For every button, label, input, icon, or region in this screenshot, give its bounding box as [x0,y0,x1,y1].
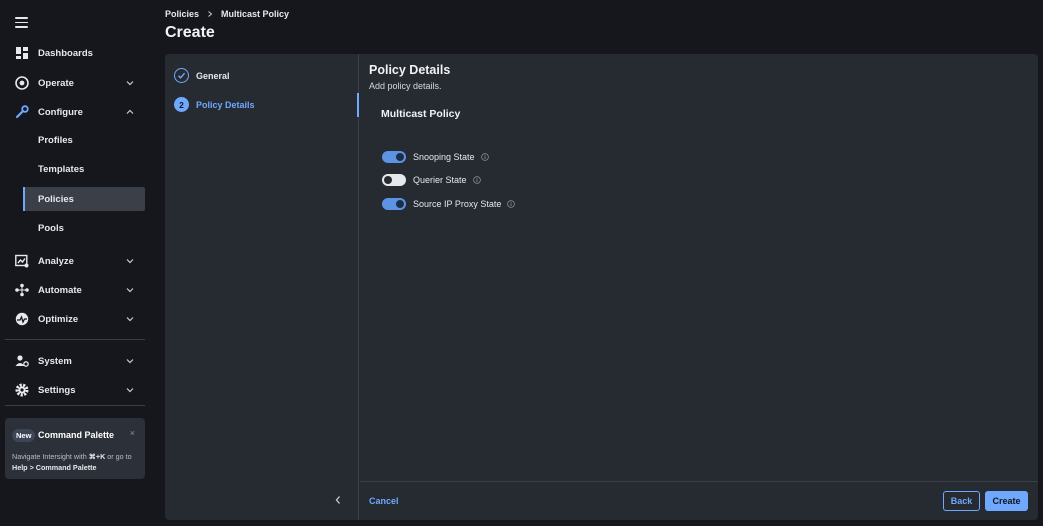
toggle-knob [384,176,392,184]
breadcrumb-policies-link[interactable]: Policies [165,9,199,19]
automate-icon [15,283,29,297]
cancel-button[interactable]: Cancel [369,496,399,506]
gear-icon [15,383,29,397]
create-button[interactable]: Create [985,491,1028,511]
command-palette-text: Navigate Intersight with ⌘+K or go to He… [12,451,142,473]
active-step-indicator [357,93,359,117]
sidebar-item-operate[interactable]: Operate [0,70,150,96]
back-button[interactable]: Back [943,491,980,511]
chevron-up-icon [126,109,134,114]
new-badge: New [12,429,36,442]
wizard-steps: General 2 Policy Details [165,54,359,520]
sidebar-item-label: System [38,355,72,367]
sidebar: Dashboards Operate Configure Profiles Te… [0,0,150,526]
step-general[interactable]: General [174,68,230,83]
sidebar-item-optimize[interactable]: Optimize [0,306,150,332]
sidebar-subitem-policies[interactable]: Policies [23,187,145,211]
sidebar-divider [5,339,145,340]
chevron-down-icon [126,288,134,293]
sidebar-item-settings[interactable]: Settings [0,377,150,403]
section-subtitle: Add policy details. [369,81,442,91]
toggle-label: Querier State [413,175,467,185]
dashboard-icon [15,46,29,60]
command-palette-card: New Command Palette × Navigate Intersigh… [5,418,145,479]
configure-icon [15,105,29,119]
checkmark-icon [174,68,189,83]
chevron-down-icon [126,388,134,393]
sidebar-item-label: Optimize [38,313,79,325]
wizard-footer: Cancel Back Create [360,481,1038,520]
breadcrumb: Policies Multicast Policy [165,9,289,19]
sidebar-subitem-pools[interactable]: Pools [23,216,145,240]
command-palette-path[interactable]: Help > Command Palette [12,463,96,472]
chevron-down-icon [126,359,134,364]
sidebar-item-label: Analyze [38,255,74,267]
info-icon[interactable] [507,200,516,208]
snooping-state-toggle[interactable] [382,151,406,163]
toggle-knob [396,153,404,161]
step-policy-details[interactable]: 2 Policy Details [174,97,255,112]
sidebar-subitem-templates[interactable]: Templates [23,157,145,181]
menu-icon[interactable] [15,17,28,28]
step-number: 2 [174,97,189,112]
command-palette-text-prefix: Navigate Intersight with [12,452,89,461]
optimize-icon [15,312,29,326]
chevron-right-icon [208,11,213,17]
policy-section-heading: Multicast Policy [381,108,461,120]
info-icon[interactable] [480,153,489,161]
source-ip-proxy-state-toggle[interactable] [382,198,406,210]
sidebar-item-system[interactable]: System [0,348,150,374]
chevron-down-icon [126,317,134,322]
step-label: Policy Details [196,99,255,110]
source-ip-proxy-state-row: Source IP Proxy State [382,198,516,210]
snooping-state-row: Snooping State [382,151,489,163]
sidebar-subitem-profiles[interactable]: Profiles [23,128,145,152]
sidebar-item-automate[interactable]: Automate [0,277,150,303]
chevron-down-icon [126,259,134,264]
chevron-left-icon[interactable] [333,495,343,505]
close-icon[interactable]: × [130,428,135,438]
toggle-label: Source IP Proxy State [413,199,502,209]
system-icon [15,354,29,368]
wizard-panel: General 2 Policy Details Policy Details … [165,54,1038,520]
sidebar-item-dashboards[interactable]: Dashboards [0,40,150,66]
querier-state-row: Querier State [382,174,481,186]
toggle-knob [396,200,404,208]
toggle-label: Snooping State [413,152,475,162]
info-icon[interactable] [472,176,481,184]
command-palette-title: Command Palette [38,430,115,440]
page-title: Create [165,24,215,41]
sidebar-item-label: Settings [38,384,76,396]
sidebar-divider [5,405,145,406]
sidebar-item-label: Operate [38,77,74,89]
chevron-down-icon [126,81,134,86]
sidebar-item-analyze[interactable]: Analyze [0,248,150,274]
breadcrumb-current: Multicast Policy [221,9,290,19]
querier-state-toggle[interactable] [382,174,406,186]
sidebar-item-label: Configure [38,106,83,118]
sidebar-item-label: Dashboards [38,47,93,59]
section-title: Policy Details [369,63,451,77]
command-palette-text-middle: or go to [105,452,132,461]
sidebar-item-label: Automate [38,284,82,296]
step-label: General [196,70,230,81]
analyze-icon [15,254,29,268]
sidebar-item-configure[interactable]: Configure [0,99,150,125]
step-content: Policy Details Add policy details. Multi… [360,54,1038,520]
operate-icon [15,76,29,90]
keyboard-shortcut: ⌘+K [88,452,106,461]
